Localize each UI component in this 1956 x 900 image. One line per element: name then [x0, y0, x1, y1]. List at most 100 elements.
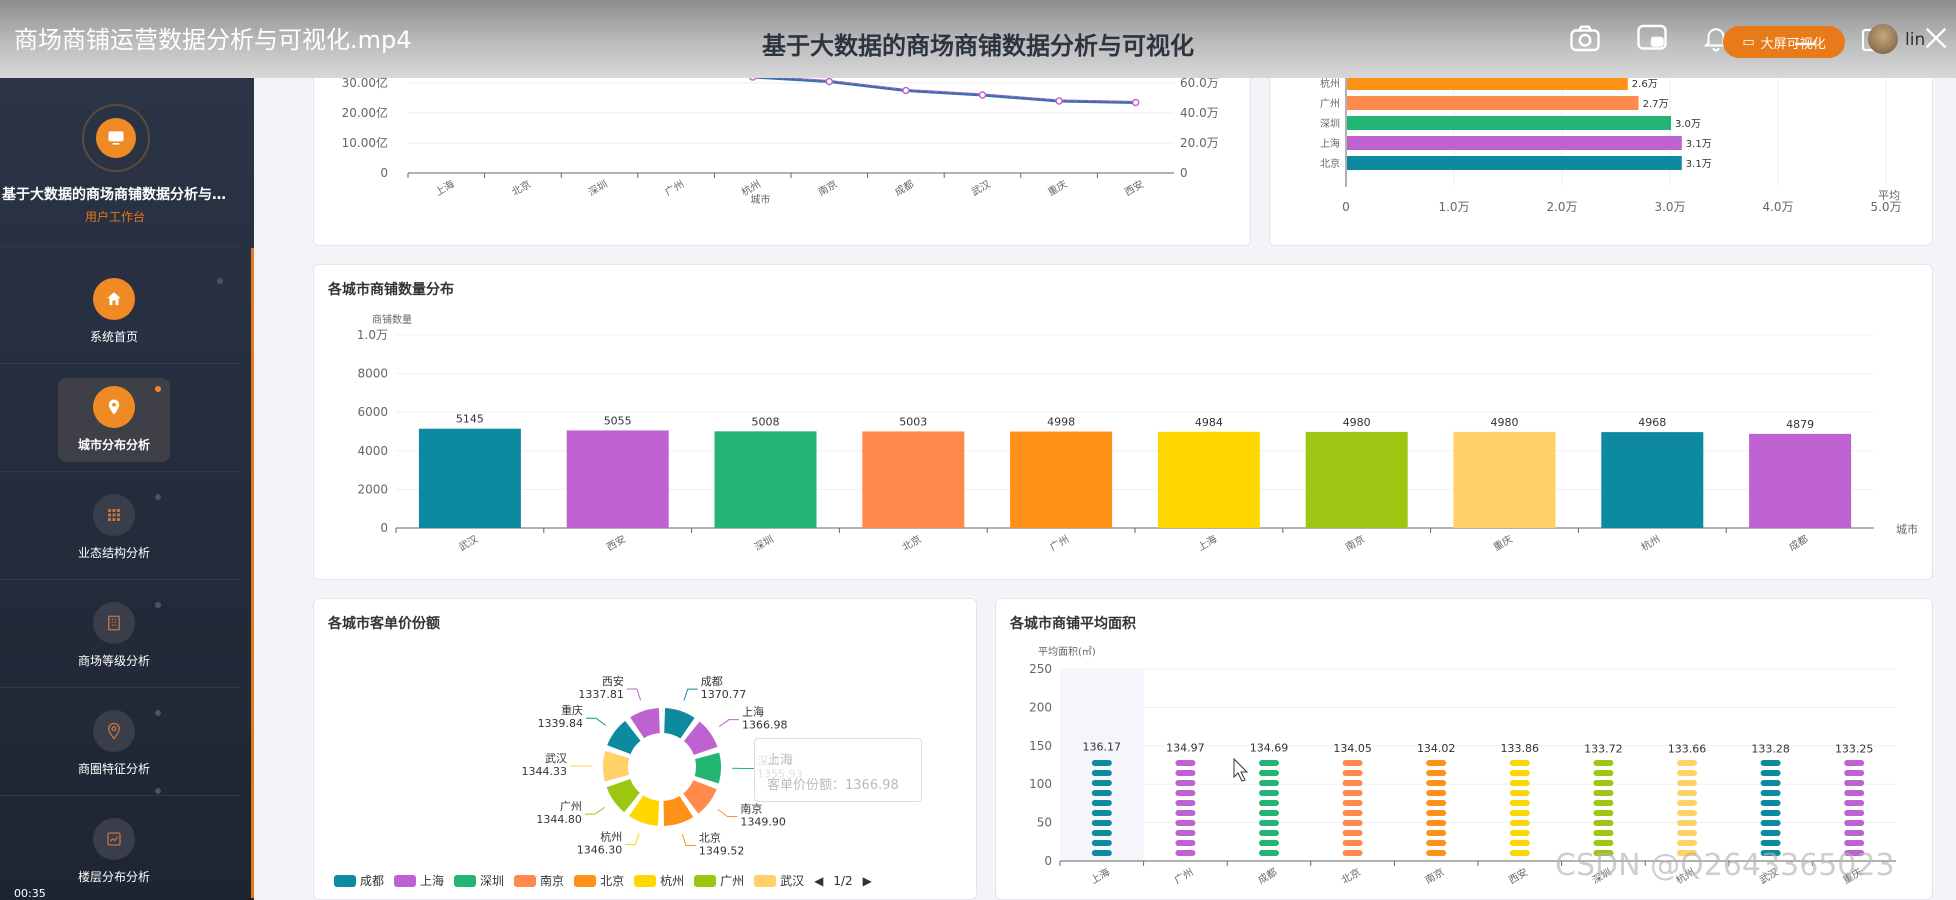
x-tick-label: 武汉 [456, 532, 480, 553]
sidebar-item-mall-grade[interactable]: 商场等级分析 [58, 594, 170, 678]
x-tick-label: 上海 [1195, 532, 1219, 553]
bar-segment [1091, 810, 1112, 816]
tooltip-name: 上海 [767, 753, 794, 768]
bar-segment [1259, 760, 1279, 766]
legend-page: 1/2 [833, 873, 853, 888]
bar-segment [1426, 800, 1447, 806]
bar [566, 430, 669, 528]
sidebar-subtitle: 用户工作台 [84, 210, 145, 224]
legend-prev-icon[interactable]: ◀ [814, 874, 823, 888]
legend-item[interactable]: 武汉 [754, 872, 804, 889]
bar-segment [1426, 820, 1447, 826]
data-label: 134.05 [1333, 742, 1372, 755]
legend-next-icon[interactable]: ▶ [863, 874, 872, 888]
data-label: 5003 [899, 415, 927, 428]
location-pin-icon [93, 710, 135, 752]
mouse-cursor [1233, 757, 1249, 782]
y-tick-label: 4000 [357, 444, 388, 458]
bar-segment [1091, 850, 1112, 856]
nav-dot [217, 278, 223, 284]
legend-item[interactable]: 广州 [694, 872, 744, 889]
sidebar-item-floor-distribution[interactable]: 楼层分布分析 [58, 810, 170, 894]
legend-item[interactable]: 深圳 [454, 872, 504, 889]
label-line [718, 719, 739, 728]
data-point [978, 91, 987, 99]
sidebar-item-city-distribution[interactable]: 城市分布分析 [58, 378, 170, 462]
x-tick-label: 武汉 [969, 177, 993, 198]
bar-segment [1760, 790, 1781, 796]
legend-item[interactable]: 上海 [394, 872, 444, 889]
bar-segment [1342, 780, 1363, 786]
bar-segment [1175, 840, 1196, 846]
bar-segment [1091, 770, 1112, 776]
tooltip-value: 客单价份额：1366.98 [767, 778, 899, 793]
x-tick-label: 5.0万 [1870, 200, 1901, 214]
sidebar-scrollbar[interactable] [251, 248, 254, 898]
bar-segment [1175, 760, 1196, 766]
sidebar-item-home[interactable]: 系统首页 [58, 270, 170, 354]
bar-segment [1342, 820, 1363, 826]
divider [0, 246, 240, 247]
y-tick-label: 杭州 [1320, 77, 1340, 90]
x-tick-label: 西安 [1122, 177, 1146, 198]
data-point [1055, 97, 1063, 105]
sidebar-item-business-district[interactable]: 商圈特征分析 [58, 702, 170, 786]
x-tick-label: 北京 [900, 532, 924, 553]
bar [1347, 136, 1682, 150]
bar-segment [1259, 780, 1279, 786]
bar-segment [1091, 820, 1112, 826]
bar-segment [1426, 830, 1447, 836]
bar-segment [1677, 830, 1697, 836]
x-tick-label: 广州 [1172, 866, 1195, 886]
minimize-icon[interactable] [1790, 26, 1820, 62]
y-tick-label: 50 [1037, 816, 1052, 830]
y-axis-label: 平均面积(㎡) [1038, 646, 1096, 658]
sidebar-item-label: 商场等级分析 [77, 654, 150, 668]
watermark: CSDN @Q2643365023 [1555, 848, 1895, 883]
bar-segment [1259, 770, 1279, 776]
x-tick-label: 成都 [1787, 533, 1810, 553]
data-label: 5008 [752, 415, 780, 428]
bar [1601, 432, 1704, 528]
bar [714, 431, 817, 528]
bar-segment [1509, 780, 1530, 786]
x-tick-label: 成都 [893, 178, 916, 198]
bar-segment [1677, 810, 1697, 816]
bar [1347, 156, 1682, 170]
legend-item[interactable]: 杭州 [634, 872, 684, 889]
legend-item[interactable]: 北京 [574, 872, 624, 889]
legend-item[interactable]: 南京 [514, 872, 564, 889]
camera-icon[interactable] [1567, 20, 1603, 56]
chart-tooltip: 上海 客单价份额：1366.98 [754, 738, 922, 802]
bar-segment [1342, 790, 1363, 796]
pie-slice [601, 748, 632, 784]
y-tick-label: 250 [1029, 662, 1052, 676]
bigscreen-button[interactable]: ▭ 大屏可视化 [1723, 26, 1845, 58]
bar-segment [1091, 800, 1112, 806]
avatar[interactable] [1868, 24, 1898, 54]
close-icon[interactable] [1920, 20, 1952, 56]
bar-segment [1175, 780, 1196, 786]
bar-segment [1426, 790, 1447, 796]
grid-icon [93, 494, 135, 536]
bar-segment [1593, 790, 1614, 796]
data-label: 136.17 [1083, 740, 1122, 753]
bar-segment [1426, 850, 1447, 856]
bar-segment [1509, 810, 1530, 816]
x-tick-label: 2.0万 [1546, 200, 1577, 214]
bar [1347, 96, 1639, 110]
bar-segment [1677, 790, 1697, 796]
bar-segment [1844, 840, 1865, 846]
slice-name-label: 重庆 [561, 703, 583, 717]
bar-segment [1259, 820, 1279, 826]
legend-item[interactable]: 成都 [334, 872, 384, 889]
bar-segment [1175, 800, 1196, 806]
slice-name-label: 南京 [740, 801, 762, 815]
sidebar-item-business-structure[interactable]: 业态结构分析 [58, 486, 170, 570]
y-right-tick-label: 0 [1180, 166, 1188, 180]
picture-in-picture-icon[interactable] [1634, 20, 1670, 56]
legend-swatch [514, 874, 537, 887]
chart-title: 各城市商铺平均面积 [1010, 616, 1136, 632]
x-axis-label: 城市 [1896, 522, 1918, 536]
bar-segment [1342, 840, 1363, 846]
